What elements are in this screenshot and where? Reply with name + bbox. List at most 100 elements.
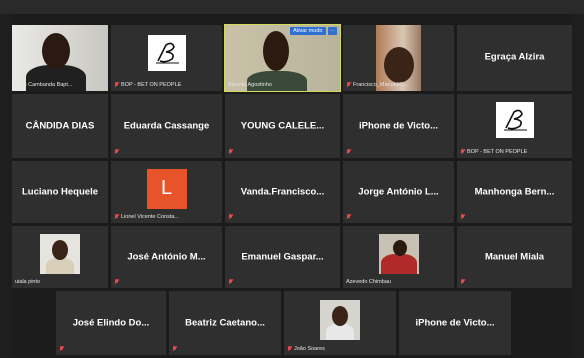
mic-muted-icon — [114, 214, 119, 220]
avatar: L — [146, 168, 187, 209]
participant-caption: Francisco_Manuel/C... — [346, 82, 451, 88]
participant-caption: Lionel Vicente Consta... — [114, 214, 219, 220]
participant-tile[interactable]: Eduarda Cassange — [111, 94, 222, 158]
avatar-photo — [40, 233, 80, 274]
tile-controls: Ativar mudo ··· — [290, 27, 337, 35]
participant-tile[interactable]: L Lionel Vicente Consta... — [111, 161, 222, 223]
bop-logo — [495, 101, 534, 138]
mic-muted-icon — [228, 149, 233, 155]
participant-caption — [114, 149, 219, 155]
mic-muted-icon — [460, 214, 465, 220]
participant-tile[interactable]: ucas Cambanda Bapt... — [12, 25, 108, 91]
participant-caption: BOP - BET ON PEOPLE — [460, 149, 569, 155]
participant-caption: João Soares — [287, 346, 393, 352]
mic-muted-icon — [59, 346, 64, 352]
mic-muted-icon — [346, 149, 351, 155]
participant-tile[interactable]: CÂNDIDA DIAS — [12, 94, 108, 158]
video-shoulders — [247, 71, 307, 91]
participant-caption — [460, 279, 569, 285]
mic-muted-icon — [172, 346, 177, 352]
bop-logo-icon — [155, 42, 179, 64]
participant-name: Francisco_Manuel/C... — [353, 82, 409, 88]
mic-muted-icon — [228, 279, 233, 285]
top-bar — [0, 0, 584, 14]
participant-tile[interactable]: Egraça Alzira — [457, 25, 572, 91]
mic-muted-icon — [114, 149, 119, 155]
participant-caption — [228, 149, 337, 155]
participant-caption — [172, 346, 278, 352]
participant-tile[interactable]: BOP - BET ON PEOPLE — [111, 25, 222, 91]
participant-tile[interactable]: iPhone de Victo... — [399, 291, 511, 355]
participant-caption: Vicente Agostinho — [228, 82, 337, 88]
participant-tile[interactable]: Jorge António L... — [343, 161, 454, 223]
mic-muted-icon — [287, 346, 292, 352]
participant-caption: ucas Cambanda Bapt... — [15, 82, 105, 88]
participant-name: ucas Cambanda Bapt... — [15, 82, 73, 88]
participant-tile[interactable]: Beatriz Caetano... — [169, 291, 281, 355]
mic-muted-icon — [114, 82, 119, 88]
mic-muted-icon — [114, 279, 119, 285]
mic-muted-icon — [460, 279, 465, 285]
participant-name: BOP - BET ON PEOPLE — [121, 82, 182, 88]
participant-name: Eduarda Cassange — [123, 120, 210, 132]
mute-button[interactable]: Ativar mudo — [290, 27, 326, 35]
more-options-button[interactable]: ··· — [327, 27, 337, 35]
photo-head — [332, 305, 348, 326]
photo-shoulders — [380, 253, 417, 274]
participant-tile[interactable]: Vanda.Francisco... — [225, 161, 340, 223]
photo-shoulders — [46, 257, 74, 274]
participant-tile[interactable]: YOUNG CALELE... — [225, 94, 340, 158]
participant-caption — [59, 346, 163, 352]
video-head — [263, 31, 289, 71]
participant-name: uiala pinto — [15, 279, 41, 285]
participant-tile[interactable]: uiala pinto — [12, 226, 108, 288]
participant-tile[interactable]: Manuel Miala — [457, 226, 572, 288]
video-head — [384, 47, 414, 83]
participant-name: Manhonga Bern... — [474, 186, 555, 198]
participant-tile[interactable]: João Soares — [284, 291, 396, 355]
participant-name: Luciano Hequele — [21, 186, 98, 198]
participant-caption: BOP - BET ON PEOPLE — [114, 82, 219, 88]
mic-muted-icon — [346, 214, 351, 220]
participant-caption — [228, 279, 337, 285]
left-edge — [0, 14, 12, 358]
participant-name: José Elindo Do... — [72, 317, 150, 329]
participant-caption: Azevedo Chimbau — [346, 279, 451, 285]
participant-tile[interactable]: José Elindo Do... — [56, 291, 166, 355]
participant-name: Vanda.Francisco... — [240, 186, 325, 198]
avatar-photo — [378, 233, 419, 274]
participant-name: João Soares — [294, 346, 325, 352]
participant-name: Egraça Alzira — [484, 51, 545, 63]
participant-name: BOP - BET ON PEOPLE — [467, 149, 528, 155]
participant-tile[interactable]: iPhone de Victo... — [343, 94, 454, 158]
bop-logo — [147, 34, 186, 71]
photo-shoulders — [326, 323, 354, 340]
participant-tile[interactable]: Emanuel Gaspar... — [225, 226, 340, 288]
participant-name: Beatriz Caetano... — [185, 317, 265, 329]
participant-tile-active[interactable]: Ativar mudo ··· Vicente Agostinho — [224, 24, 341, 92]
participant-name: YOUNG CALELE... — [240, 120, 325, 132]
participant-tile[interactable]: José António M... — [111, 226, 222, 288]
participant-name: Manuel Miala — [484, 251, 545, 263]
participant-tile[interactable]: BOP - BET ON PEOPLE — [457, 94, 572, 158]
participant-caption — [460, 214, 569, 220]
participant-tile[interactable]: Manhonga Bern... — [457, 161, 572, 223]
avatar-photo — [320, 299, 360, 340]
participant-caption — [346, 149, 451, 155]
participant-caption — [228, 214, 337, 220]
participant-caption: uiala pinto — [15, 279, 105, 285]
participant-name: José António M... — [127, 251, 206, 263]
participant-tile[interactable]: Azevedo Chimbau — [343, 226, 454, 288]
mic-muted-icon — [460, 149, 465, 155]
mic-muted-icon — [346, 82, 351, 88]
participant-caption — [346, 214, 451, 220]
participant-name: Emanuel Gaspar... — [241, 251, 324, 263]
bop-logo-icon — [503, 109, 527, 131]
participant-name: CÂNDIDA DIAS — [25, 120, 95, 132]
participant-caption — [114, 279, 219, 285]
participant-tile[interactable]: Luciano Hequele — [12, 161, 108, 223]
participant-tile[interactable]: Francisco_Manuel/C... — [343, 25, 454, 91]
video-head — [42, 33, 70, 69]
participant-name: iPhone de Victo... — [358, 120, 438, 132]
participant-name: Vicente Agostinho — [228, 82, 272, 88]
